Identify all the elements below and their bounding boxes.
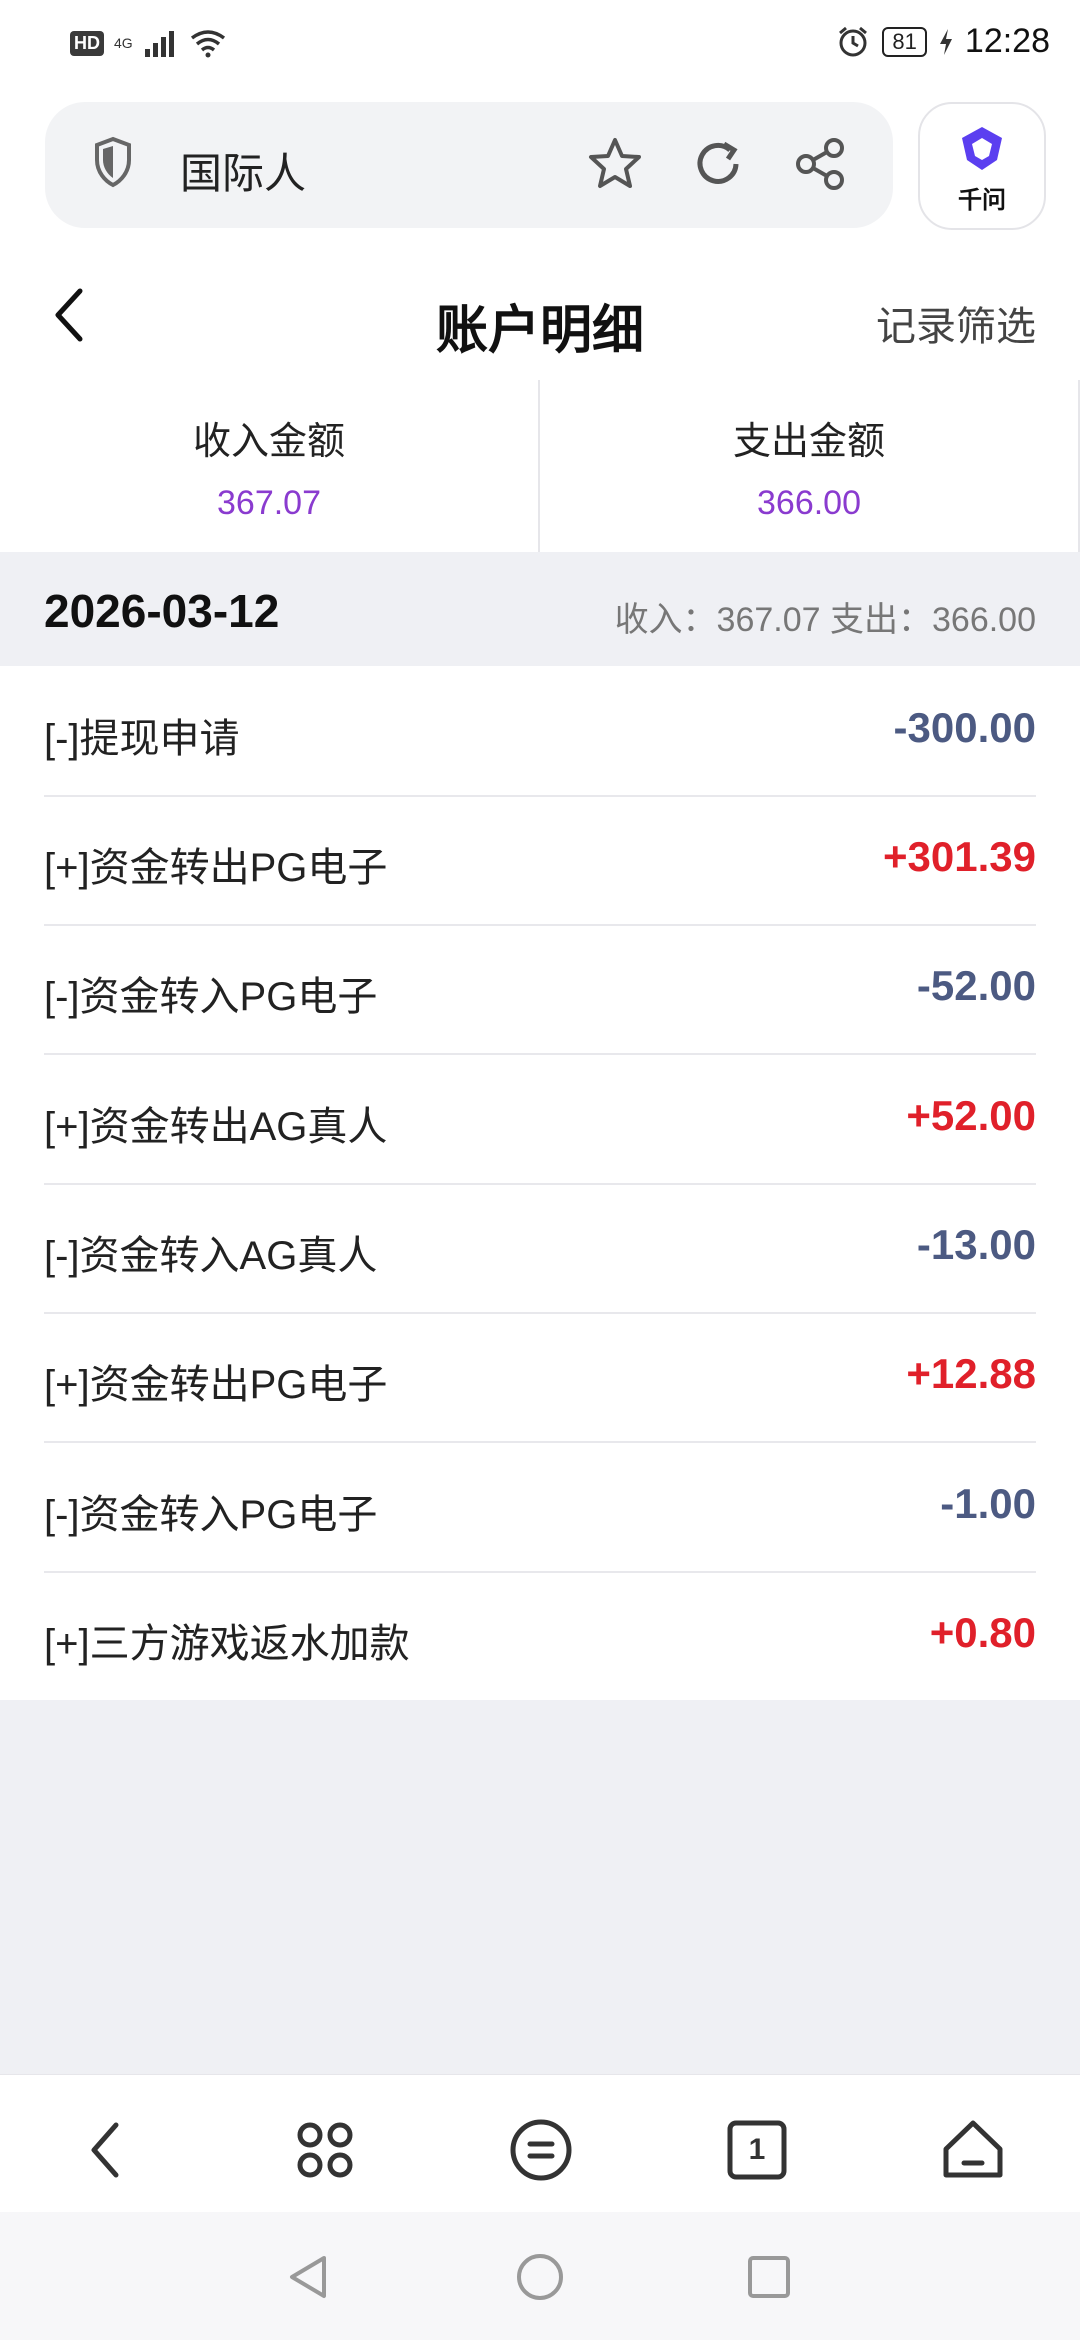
page-url-title[interactable]: 国际人 xyxy=(180,140,306,201)
record-amount: +0.80 xyxy=(929,1609,1036,1656)
system-back-icon[interactable] xyxy=(284,2252,334,2302)
tabs-button[interactable]: 1 xyxy=(722,2115,792,2185)
tab-count: 1 xyxy=(748,2133,766,2166)
battery-level: 81 xyxy=(882,26,927,57)
income-label: 收入金额 xyxy=(192,421,345,463)
balance-summary: 收入金额 367.07 支出金额 366.00 xyxy=(0,380,1080,552)
page-header: 账户明细 记录筛选 xyxy=(0,250,1080,380)
status-left: HD 4G xyxy=(70,28,227,58)
menu-icon[interactable] xyxy=(506,2115,576,2185)
list-item[interactable]: [-]资金转入PG电子 -1.00 xyxy=(44,1442,1036,1573)
system-home-icon[interactable] xyxy=(515,2252,565,2302)
record-title: [-]资金转入PG电子 xyxy=(44,975,378,1019)
address-bar[interactable]: 国际人 xyxy=(45,102,893,228)
list-item[interactable]: [-]提现申请 -300.00 xyxy=(44,666,1036,797)
browser-toolbar: 国际人 千问 xyxy=(0,92,1080,251)
list-item[interactable]: [+]资金转出PG电子 +301.39 xyxy=(44,795,1036,926)
shield-icon[interactable] xyxy=(93,136,133,188)
system-recents-icon[interactable] xyxy=(744,2252,794,2302)
apps-grid-icon[interactable] xyxy=(290,2115,360,2185)
refresh-icon[interactable] xyxy=(688,134,748,194)
expense-value: 366.00 xyxy=(757,484,861,522)
qianwen-label: 千问 xyxy=(958,187,1006,214)
record-amount: -300.00 xyxy=(893,704,1036,751)
record-amount: +301.39 xyxy=(883,833,1036,880)
record-amount: +12.88 xyxy=(906,1350,1036,1397)
date-group-header: 2026-03-12 收入：367.07 支出：366.00 xyxy=(0,552,1080,667)
income-summary: 收入金额 367.07 xyxy=(0,380,540,552)
nav-back-icon[interactable] xyxy=(72,2115,142,2185)
record-amount: +52.00 xyxy=(906,1092,1036,1139)
record-amount: -1.00 xyxy=(940,1480,1036,1527)
share-icon[interactable] xyxy=(790,134,850,194)
qianwen-assistant-button[interactable]: 千问 xyxy=(918,102,1046,230)
system-nav-bar xyxy=(0,2212,1080,2340)
wifi-icon xyxy=(190,30,225,58)
qianwen-logo-icon xyxy=(962,127,1002,170)
record-title: [-]资金转入PG电子 xyxy=(44,1493,378,1537)
group-date: 2026-03-12 xyxy=(44,585,280,637)
list-item[interactable]: [-]资金转入PG电子 -52.00 xyxy=(44,924,1036,1055)
records-list: [-]提现申请 -300.00 [+]资金转出PG电子 +301.39 [-]资… xyxy=(0,666,1080,1700)
income-value: 367.07 xyxy=(217,484,321,522)
record-title: [+]三方游戏返水加款 xyxy=(44,1622,410,1666)
bookmark-star-icon[interactable] xyxy=(585,134,645,194)
expense-label: 支出金额 xyxy=(732,421,885,463)
clock: 12:28 xyxy=(964,22,1050,60)
status-right: 81 12:28 xyxy=(836,22,1050,61)
network-type: 4G xyxy=(114,35,133,51)
signal-icon xyxy=(144,31,174,57)
expense-summary: 支出金额 366.00 xyxy=(540,380,1080,552)
hd-badge: HD xyxy=(70,30,104,56)
alarm-icon xyxy=(839,26,868,56)
browser-bottom-nav: 1 xyxy=(0,2074,1080,2213)
status-bar: HD 4G 81 12:28 xyxy=(0,0,1080,92)
list-item[interactable]: [+]资金转出AG真人 +52.00 xyxy=(44,1054,1036,1185)
list-item[interactable]: [+]资金转出PG电子 +12.88 xyxy=(44,1312,1036,1443)
record-title: [+]资金转出PG电子 xyxy=(44,846,388,890)
record-title: [+]资金转出AG真人 xyxy=(44,1105,388,1149)
record-title: [+]资金转出PG电子 xyxy=(44,1363,388,1407)
group-summary: 收入：367.07 支出：366.00 xyxy=(614,601,1036,639)
home-icon[interactable] xyxy=(938,2115,1008,2185)
charging-icon xyxy=(939,28,952,55)
record-title: [-]提现申请 xyxy=(44,717,240,761)
record-title: [-]资金转入AG真人 xyxy=(44,1234,378,1278)
list-item[interactable]: [-]资金转入AG真人 -13.00 xyxy=(44,1183,1036,1314)
record-amount: -13.00 xyxy=(916,1221,1036,1268)
list-item[interactable]: [+]三方游戏返水加款 +0.80 xyxy=(44,1571,1036,1700)
record-filter-button[interactable]: 记录筛选 xyxy=(876,294,1036,352)
record-amount: -52.00 xyxy=(916,962,1036,1009)
